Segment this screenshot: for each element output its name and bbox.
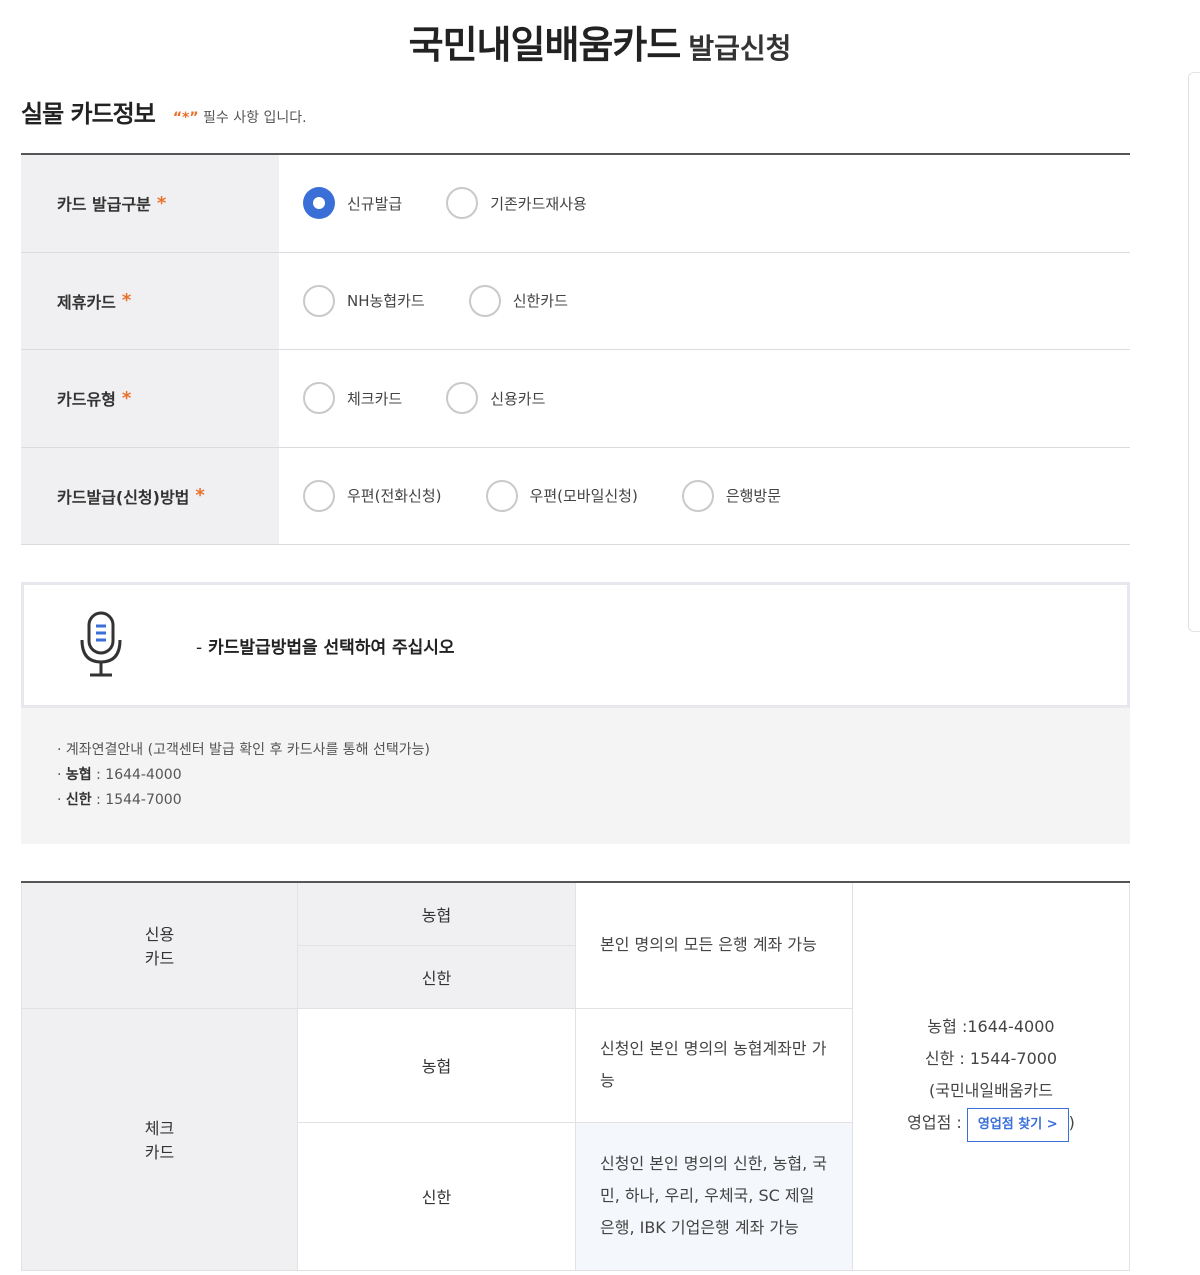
info-number-shinhan: : 1544-7000 bbox=[91, 792, 182, 808]
radio-circle[interactable] bbox=[303, 284, 335, 317]
card-info-form: 카드 발급구분 * 신규발급 기존카드재사용 제휴카드 * NH농협카드 신한카드 … bbox=[21, 153, 1130, 545]
info-bank-shinhan: 신한 bbox=[65, 792, 92, 808]
check-shinhan-cell: 신한 bbox=[297, 1121, 576, 1271]
info-bullet: · bbox=[57, 792, 66, 808]
form-row-issue-type: 카드 발급구분 * 신규발급 기존카드재사용 bbox=[21, 155, 1130, 253]
radio-label: 우편(전화신청) bbox=[347, 487, 442, 506]
side-panel bbox=[1188, 72, 1200, 632]
credit-nh-cell: 농협 bbox=[297, 882, 576, 946]
radio-group: NH농협카드 신한카드 bbox=[279, 253, 1130, 350]
radio-circle[interactable] bbox=[446, 382, 479, 415]
radio-check-card[interactable]: 체크카드 bbox=[303, 382, 403, 415]
check-label-line2: 카드 bbox=[144, 1143, 175, 1162]
radio-group: 우편(전화신청) 우편(모바일신청) 은행방문 bbox=[279, 448, 1130, 545]
account-info-box: · 계좌연결안내 (고객센터 발급 확인 후 카드사를 통해 선택가능) · 농… bbox=[21, 708, 1130, 844]
info-bullet: · bbox=[57, 767, 66, 783]
info-number-nh: : 1644-4000 bbox=[91, 767, 182, 783]
check-nh-cell: 농협 bbox=[297, 1007, 576, 1123]
form-label: 카드 발급구분 * bbox=[21, 155, 279, 252]
check-shinhan-desc-cell: 신청인 본인 명의의 신한, 농협, 국민, 하나, 우리, 우체국, SC 제… bbox=[575, 1121, 853, 1271]
form-label-text: 제휴카드 bbox=[57, 292, 116, 312]
radio-circle[interactable] bbox=[303, 479, 335, 512]
radio-new-issue[interactable]: 신규발급 bbox=[303, 187, 403, 220]
form-label-text: 카드 발급구분 bbox=[57, 195, 151, 215]
radio-label: 은행방문 bbox=[725, 487, 782, 506]
contact-branch-label: 영업점 : bbox=[907, 1112, 962, 1132]
page-title-sub: 발급신청 bbox=[688, 32, 792, 65]
radio-label: 신규발급 bbox=[347, 194, 403, 213]
radio-circle[interactable] bbox=[468, 284, 501, 317]
radio-group: 신규발급 기존카드재사용 bbox=[279, 155, 1130, 252]
radio-label: 우편(모바일신청) bbox=[529, 487, 638, 506]
form-label: 제휴카드 * bbox=[21, 252, 279, 349]
contact-nh: 농협 :1644-4000 bbox=[927, 1016, 1055, 1036]
radio-circle[interactable] bbox=[446, 187, 479, 220]
section-title: 실물 카드정보 bbox=[21, 100, 156, 128]
required-star: * bbox=[121, 290, 132, 312]
table-row: 신용카드 농협 본인 명의의 모든 은행 계좌 가능 농협 :1644-4000… bbox=[21, 882, 1130, 1271]
radio-label: 체크카드 bbox=[347, 389, 403, 408]
radio-reuse-card[interactable]: 기존카드재사용 bbox=[446, 187, 587, 220]
contact-close: ) bbox=[1068, 1112, 1075, 1132]
radio-circle[interactable] bbox=[303, 382, 335, 415]
radio-shinhan-card[interactable]: 신한카드 bbox=[468, 284, 568, 317]
credit-label-line2: 카드 bbox=[144, 949, 175, 969]
find-branch-button[interactable]: 영업점 찾기 > bbox=[966, 1107, 1069, 1142]
credit-desc-cell: 본인 명의의 모든 은행 계좌 가능 bbox=[575, 882, 853, 1009]
radio-label: 신용카드 bbox=[490, 389, 546, 408]
contact-paren: (국민내일배움카드 bbox=[928, 1080, 1053, 1100]
form-label: 카드유형 * bbox=[21, 350, 279, 447]
radio-label: 신한카드 bbox=[512, 292, 568, 311]
required-note: “*” 필수 사항 입니다. bbox=[173, 107, 307, 127]
radio-mail-mobile[interactable]: 우편(모바일신청) bbox=[485, 479, 638, 512]
required-star: * bbox=[156, 192, 167, 214]
info-line-shinhan: · 신한 : 1544-7000 bbox=[57, 788, 1130, 813]
form-label-text: 카드발급(신청)방법 bbox=[57, 487, 190, 507]
info-bank-nh: 농협 bbox=[65, 767, 92, 783]
check-nh-desc-cell: 신청인 본인 명의의 농협계좌만 가능 bbox=[575, 1007, 853, 1123]
credit-shinhan-cell: 신한 bbox=[297, 944, 576, 1009]
required-star: * bbox=[121, 387, 132, 409]
check-label-line1: 체크 bbox=[144, 1119, 175, 1138]
section-header: 실물 카드정보 “*” 필수 사항 입니다. bbox=[21, 94, 307, 129]
radio-circle[interactable] bbox=[303, 187, 335, 220]
check-card-cell: 체크카드 bbox=[21, 1007, 298, 1271]
radio-label: NH농협카드 bbox=[347, 292, 425, 311]
radio-label: 기존카드재사용 bbox=[490, 194, 587, 213]
radio-nh-card[interactable]: NH농협카드 bbox=[303, 284, 425, 317]
voice-guide-box: - 카드발급방법을 선택하여 주십시오 bbox=[21, 582, 1130, 708]
voice-message: - 카드발급방법을 선택하여 주십시오 bbox=[196, 633, 455, 658]
contact-cell: 농협 :1644-4000 신한 : 1544-7000 (국민내일배움카드 영… bbox=[852, 882, 1130, 1271]
contact-branch-line: 영업점 : 영업점 찾기 >) bbox=[853, 1107, 1129, 1142]
radio-circle[interactable] bbox=[681, 479, 714, 512]
radio-bank-visit[interactable]: 은행방문 bbox=[681, 479, 782, 512]
microphone-icon bbox=[80, 611, 122, 677]
form-row-partner-card: 제휴카드 * NH농협카드 신한카드 bbox=[21, 252, 1130, 350]
required-note-text: 필수 사항 입니다. bbox=[203, 110, 307, 126]
radio-circle[interactable] bbox=[485, 479, 518, 512]
info-line-account: · 계좌연결안내 (고객센터 발급 확인 후 카드사를 통해 선택가능) bbox=[57, 742, 430, 758]
credit-card-cell: 신용카드 bbox=[21, 882, 298, 1009]
form-label-text: 카드유형 bbox=[57, 390, 116, 410]
page-title-main: 국민내일배움카드 bbox=[408, 23, 682, 67]
radio-mail-phone[interactable]: 우편(전화신청) bbox=[303, 479, 442, 512]
required-star: * bbox=[195, 485, 205, 507]
radio-credit-card[interactable]: 신용카드 bbox=[446, 382, 546, 415]
form-label: 카드발급(신청)방법 * bbox=[21, 447, 279, 544]
card-account-table: 신용카드 농협 본인 명의의 모든 은행 계좌 가능 농협 :1644-4000… bbox=[21, 881, 1130, 1271]
info-line-nh: · 농협 : 1644-4000 bbox=[57, 763, 1130, 788]
voice-dash: - bbox=[196, 637, 203, 658]
credit-label-line1: 신용 bbox=[144, 925, 175, 945]
page-title: 국민내일배움카드 발급신청 bbox=[0, 14, 1200, 69]
form-row-card-type: 카드유형 * 체크카드 신용카드 bbox=[21, 350, 1130, 448]
radio-group: 체크카드 신용카드 bbox=[279, 350, 1130, 447]
form-row-apply-method: 카드발급(신청)방법 * 우편(전화신청) 우편(모바일신청) 은행방문 bbox=[21, 447, 1130, 545]
voice-message-text: 카드발급방법을 선택하여 주십시오 bbox=[208, 637, 455, 658]
contact-shinhan: 신한 : 1544-7000 bbox=[924, 1048, 1058, 1068]
required-star: “*” bbox=[172, 110, 199, 126]
